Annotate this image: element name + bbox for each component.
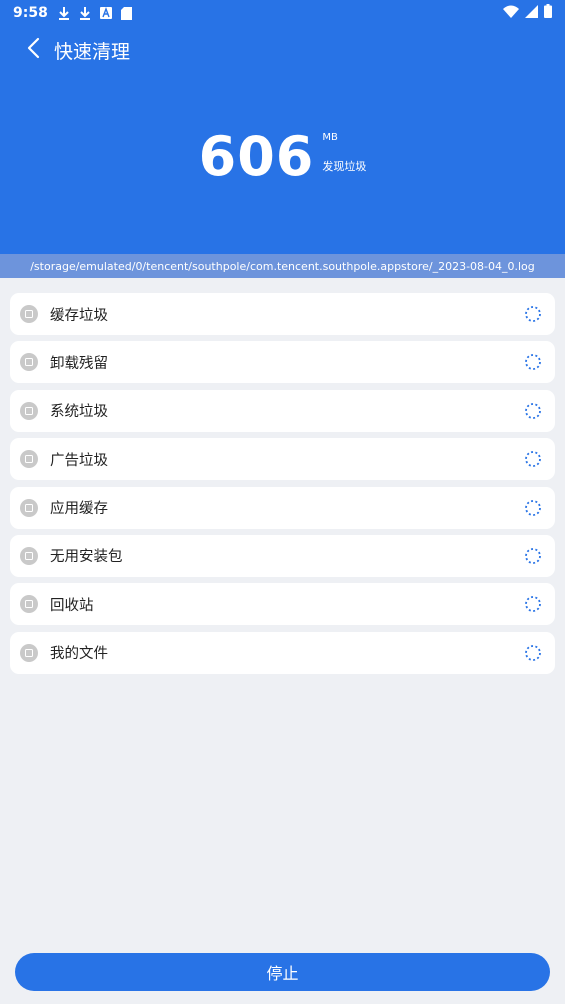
category-list: 缓存垃圾 卸载残留 系统垃圾 广告垃圾 应用缓存 无用安装包 回收站 我的文件 <box>10 293 555 680</box>
title-bar: 快速清理 <box>0 30 565 70</box>
category-item-my-files[interactable]: 我的文件 <box>10 631 555 674</box>
junk-size-unit: MB <box>322 132 338 143</box>
chevron-left-icon <box>26 37 40 63</box>
stop-button[interactable]: 停止 <box>15 953 550 991</box>
loading-spinner-icon <box>525 644 541 661</box>
signal-icon <box>525 4 538 22</box>
back-button[interactable] <box>12 30 54 70</box>
category-item-app-cache[interactable]: 应用缓存 <box>10 486 555 529</box>
category-label: 缓存垃圾 <box>50 307 108 324</box>
loading-spinner-icon <box>525 306 541 322</box>
junk-size-display: 606 MB 发现垃圾 <box>0 120 565 200</box>
scan-path-bar: /storage/emulated/0/tencent/southpole/co… <box>0 254 565 278</box>
junk-size-value: 606 <box>198 125 315 188</box>
folder-icon <box>20 643 38 662</box>
sd-card-icon <box>121 6 133 20</box>
status-time: 9:58 <box>13 5 48 21</box>
category-label: 系统垃圾 <box>50 404 108 421</box>
a-icon <box>99 6 112 20</box>
category-label: 回收站 <box>50 597 94 614</box>
wifi-icon <box>503 5 519 22</box>
category-label: 我的文件 <box>50 646 108 663</box>
status-right-icons <box>503 4 552 22</box>
cache-icon <box>20 305 38 323</box>
download-icon <box>58 6 70 20</box>
category-label: 广告垃圾 <box>50 452 108 469</box>
category-item-apk[interactable]: 无用安装包 <box>10 534 555 577</box>
stop-button-label: 停止 <box>266 964 299 983</box>
loading-spinner-icon <box>525 402 541 419</box>
battery-icon <box>544 4 552 22</box>
loading-spinner-icon <box>525 596 541 613</box>
category-label: 无用安装包 <box>50 549 123 566</box>
recycle-bin-icon <box>20 595 38 614</box>
category-label: 卸载残留 <box>50 355 108 372</box>
download-icon <box>79 6 91 20</box>
category-item-uninstall-residue[interactable]: 卸载残留 <box>10 341 555 384</box>
category-item-ad-junk[interactable]: 广告垃圾 <box>10 438 555 481</box>
header: 9:58 快速清理 606 MB 发现垃圾 <box>0 0 565 254</box>
loading-spinner-icon <box>525 499 541 516</box>
loading-spinner-icon <box>525 451 541 468</box>
system-junk-icon <box>20 401 38 420</box>
ad-junk-icon <box>20 450 38 469</box>
page-title: 快速清理 <box>54 40 131 63</box>
junk-size-label: 发现垃圾 <box>322 160 367 173</box>
status-bar: 9:58 <box>0 0 565 26</box>
category-item-system-junk[interactable]: 系统垃圾 <box>10 389 555 432</box>
apk-icon <box>20 546 38 565</box>
scan-path-text: /storage/emulated/0/tencent/southpole/co… <box>30 259 535 273</box>
app-cache-icon <box>20 498 38 517</box>
category-item-cache[interactable]: 缓存垃圾 <box>10 293 555 335</box>
loading-spinner-icon <box>525 548 541 564</box>
uninstall-residue-icon <box>20 353 38 372</box>
category-label: 应用缓存 <box>50 501 108 518</box>
loading-spinner-icon <box>525 354 541 371</box>
category-item-recycle-bin[interactable]: 回收站 <box>10 583 555 626</box>
